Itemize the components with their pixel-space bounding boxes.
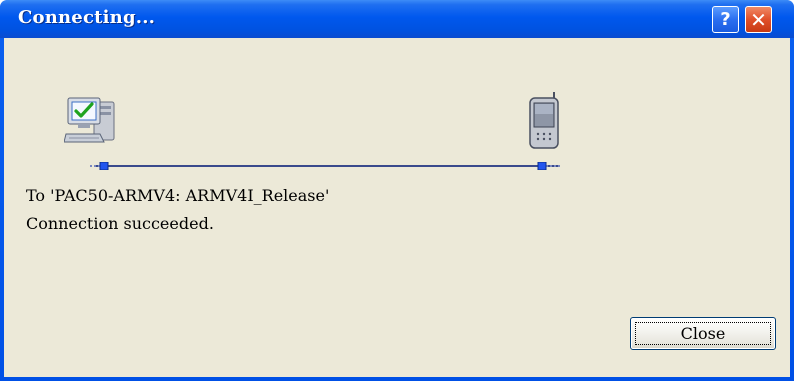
connection-line (90, 162, 562, 170)
window-title: Connecting... (18, 7, 156, 28)
window-close-button[interactable]: ✕ (745, 6, 772, 33)
dialog-window: Connecting... ? ✕ To 'PAC50-ARMV4: ARMV4… (0, 0, 794, 381)
title-bar[interactable]: Connecting... ? ✕ (0, 0, 794, 38)
connection-target-text: To 'PAC50-ARMV4: ARMV4I_Release' (26, 186, 330, 205)
close-button-label: Close (635, 322, 771, 345)
close-button[interactable]: Close (630, 317, 776, 350)
close-icon: ✕ (750, 7, 767, 32)
question-mark-icon: ? (720, 9, 731, 30)
computer-icon (64, 97, 115, 143)
connection-status-text: Connection succeeded. (26, 214, 214, 233)
help-button[interactable]: ? (712, 6, 739, 33)
dialog-body: To 'PAC50-ARMV4: ARMV4I_Release' Connect… (4, 38, 790, 377)
handheld-device-icon (529, 92, 559, 149)
